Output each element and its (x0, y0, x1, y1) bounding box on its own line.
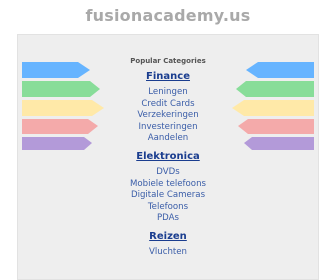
category-link[interactable]: Investeringen (92, 122, 244, 134)
category-finance: Finance Leningen Credit Cards Verzekerin… (92, 70, 244, 145)
category-title[interactable]: Elektronica (92, 150, 244, 163)
stripe-right-blue (246, 62, 314, 78)
category-link[interactable]: Telefoons (92, 202, 244, 214)
stripe-right-pink (238, 119, 314, 134)
category-title[interactable]: Finance (92, 70, 244, 83)
category-link[interactable]: Credit Cards (92, 99, 244, 111)
stripe-left-green (22, 81, 100, 97)
category-link[interactable]: Mobiele telefoons (92, 179, 244, 191)
link-list: Leningen Credit Cards Verzekeringen Inve… (92, 87, 244, 145)
categories-list: Popular Categories Finance Leningen Cred… (92, 52, 244, 259)
category-link[interactable]: Leningen (92, 87, 244, 99)
stripe-left-blue (22, 62, 90, 78)
category-reizen: Reizen Vluchten (92, 230, 244, 259)
link-list: Vluchten (92, 247, 244, 259)
popular-categories-label: Popular Categories (130, 57, 206, 65)
stripe-right-yellow (232, 100, 314, 116)
category-link[interactable]: PDAs (92, 213, 244, 225)
stripe-right-green (236, 81, 314, 97)
stripe-right-purple (244, 137, 314, 150)
category-link[interactable]: Vluchten (92, 247, 244, 259)
category-elektronica: Elektronica DVDs Mobiele telefoons Digit… (92, 150, 244, 225)
category-link[interactable]: Digitale Cameras (92, 190, 244, 202)
stripe-left-purple (22, 137, 92, 150)
stripe-left-pink (22, 119, 98, 134)
category-title[interactable]: Reizen (92, 230, 244, 243)
link-list: DVDs Mobiele telefoons Digitale Cameras … (92, 167, 244, 225)
category-link[interactable]: DVDs (92, 167, 244, 179)
category-link[interactable]: Verzekeringen (92, 110, 244, 122)
category-link[interactable]: Aandelen (92, 133, 244, 145)
